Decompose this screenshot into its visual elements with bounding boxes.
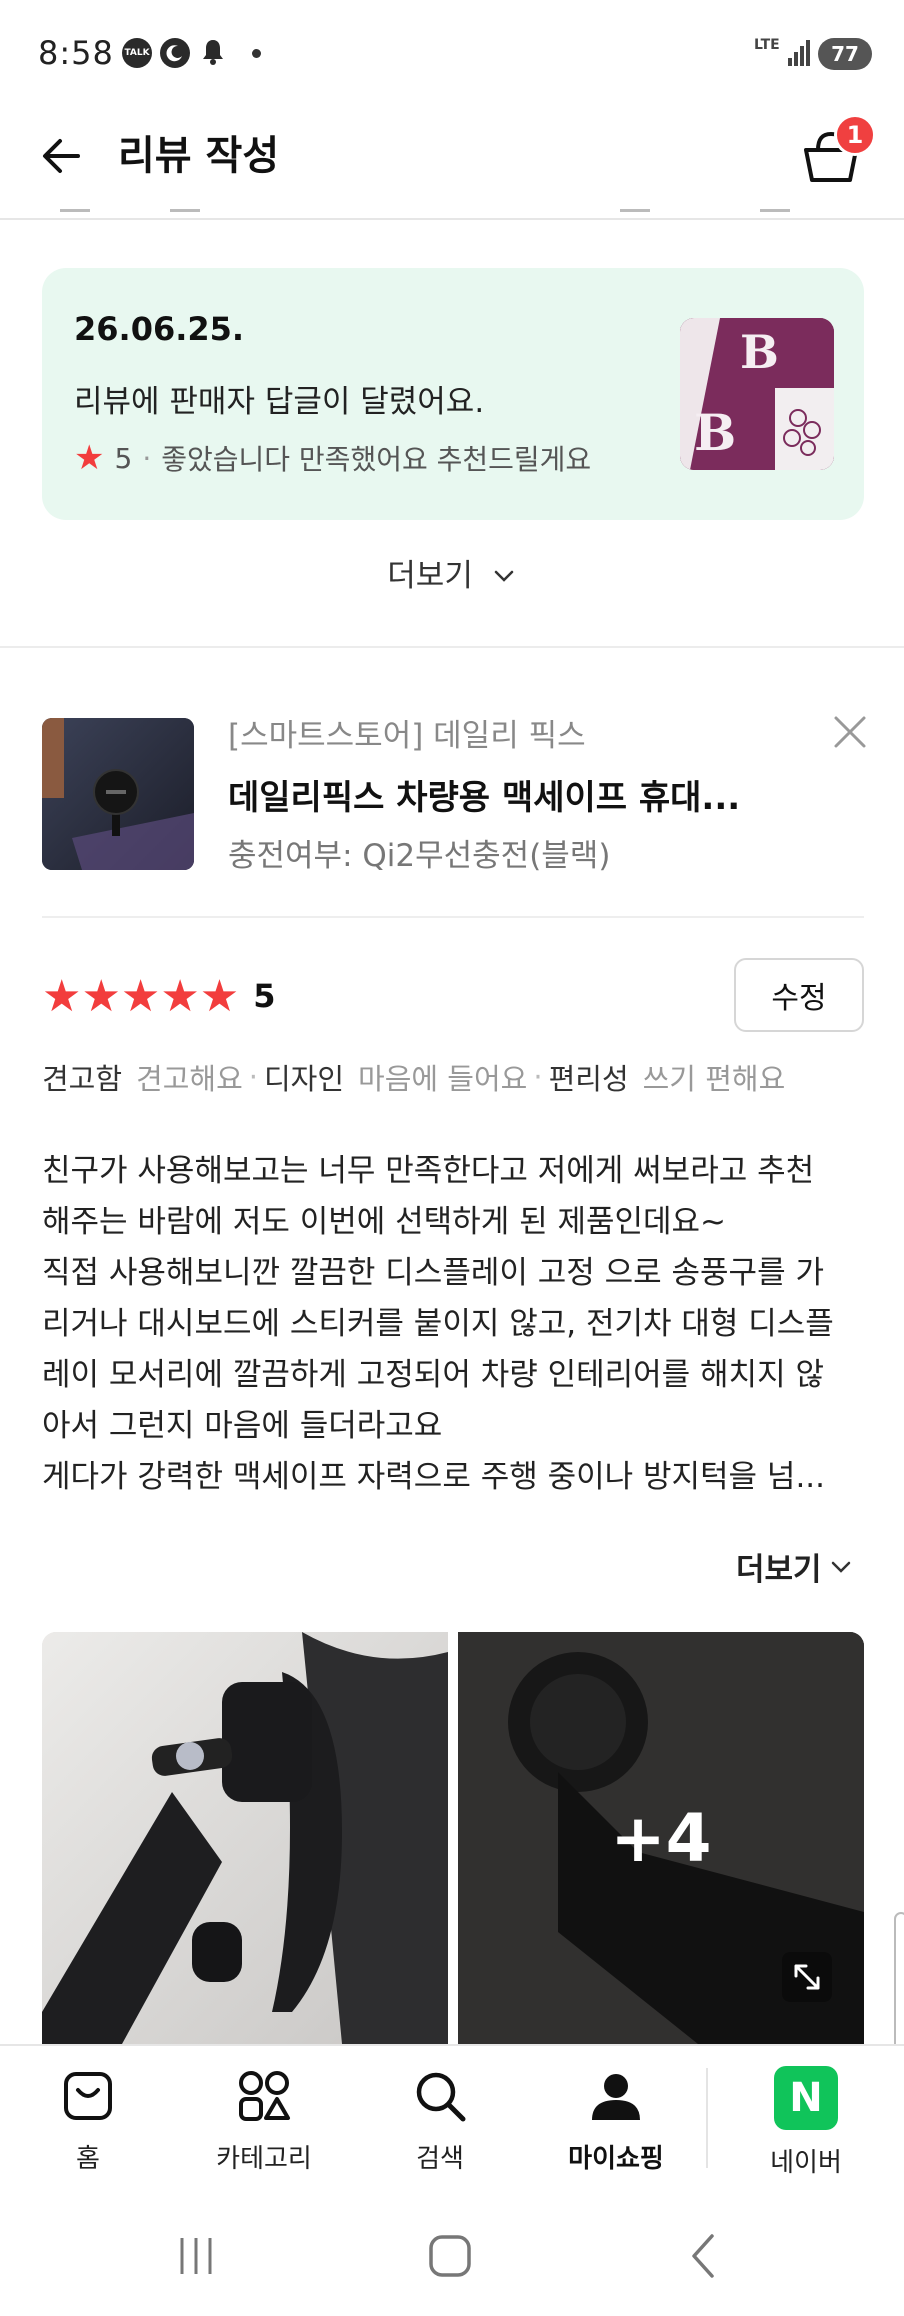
product-thumbnail[interactable] [42,718,194,870]
more-reviews-button[interactable]: 더보기 [0,550,904,595]
attribute-value: 쓰기 편해요 [642,1062,786,1096]
review-body: 친구가 사용해보고는 너무 만족한다고 저에게 써보라고 추천 해주는 바람에 … [42,1146,872,1503]
home-button[interactable] [420,2226,480,2286]
kakaotalk-badge-text: TALK [124,48,150,58]
product-divider [42,916,864,918]
review-score: 5 [253,977,276,1015]
cart-count-badge: 1 [834,114,876,156]
nav-divider [706,2068,708,2168]
recent-apps-icon [180,2238,212,2274]
reply-message: 리뷰에 판매자 답글이 달렸어요. [74,384,485,420]
attribute-value: 마음에 들어요 [358,1062,528,1096]
review-line: 아서 그런지 마음에 들더라고요 [42,1408,443,1444]
status-bar: 8:58 TALK LTE 77 [0,0,904,108]
nav-label: 카테고리 [216,2144,312,2174]
network-type: LTE [754,37,780,53]
system-back-button[interactable] [674,2226,734,2286]
do-not-disturb-icon [160,38,190,68]
nav-label: 검색 [416,2144,464,2174]
review-rating-row: ★★★★★ 5 [42,966,276,1026]
svg-text:B: B [694,403,736,462]
review-line: 리거나 대시보드에 스티커를 붙이지 않고, 전기차 대형 디스플 [42,1306,834,1342]
nav-search[interactable]: 검색 [370,2066,510,2186]
close-button[interactable] [830,712,870,752]
review-line: 해주는 바람에 저도 이번에 선택하게 된 제품인데요~ [42,1204,727,1240]
seller-reply-card[interactable]: 26.06.25. 리뷰에 판매자 답글이 달렸어요. ★ 5 · 좋았습니다 … [42,268,864,520]
notification-bell-icon [203,40,223,65]
chevron-down-icon [494,570,513,582]
separator-dot: · [142,441,152,475]
nav-label: 네이버 [770,2148,842,2178]
recent-apps-button[interactable] [166,2226,226,2286]
reply-rating-score: 5 [114,441,133,475]
arrow-left-icon [43,139,80,173]
naver-icon: N [774,2066,838,2130]
nav-home[interactable]: 홈 [18,2066,158,2186]
scrolled-content-edge [0,206,904,218]
status-time: 8:58 [38,34,114,72]
chevron-down-icon [831,1561,850,1573]
reply-rating-row: ★ 5 · 좋았습니다 만족했어요 추천드릴게요 [74,438,591,478]
naver-letter: N [789,2075,823,2121]
reply-review-snippet: 좋았습니다 만족했어요 추천드릴게요 [161,443,592,476]
attribute-key: 편리성 [548,1062,629,1096]
expand-arrows-icon [794,1964,820,1990]
more-notifications-dot [252,49,261,58]
close-icon [834,716,866,748]
back-button[interactable] [32,126,92,186]
review-line: 게다가 강력한 맥세이프 자력으로 주행 중이나 방지턱을 넘... [42,1459,826,1495]
attribute-key: 디자인 [264,1062,345,1096]
expand-review-button[interactable]: 더보기 [736,1544,854,1589]
nav-label: 마이쇼핑 [568,2144,664,2174]
section-divider [0,646,904,648]
home-square-icon [429,2235,471,2277]
star-icon: ★ [74,438,105,478]
chevron-left-icon [692,2234,714,2278]
signal-icon [788,40,810,66]
attribute-value: 견고해요 [136,1062,243,1096]
attribute-key: 견고함 [42,1062,123,1096]
review-line: 직접 사용해보니깐 깔끔한 디스플레이 고정 으로 송풍구를 가 [42,1255,824,1291]
star-rating-icons: ★★★★★ [42,970,240,1022]
more-label: 더보기 [736,1552,822,1588]
product-option: 충전여부: Qi2무선충전(블랙) [228,838,611,874]
category-icon [239,2071,290,2121]
review-attributes: 견고함 견고해요 · 디자인 마음에 들어요 · 편리성 쓰기 편해요 [42,1056,785,1098]
nav-myshopping[interactable]: 마이쇼핑 [546,2066,686,2186]
nav-naver[interactable]: N 네이버 [736,2066,876,2186]
battery-indicator: 77 [818,38,872,70]
person-icon [592,2074,640,2120]
system-navigation [0,2196,904,2316]
bottom-navigation: 홈 카테고리 검색 마이쇼핑 N 네이버 [0,2044,904,2196]
svg-text:B: B [740,325,779,379]
separator-dot: · [248,1060,258,1094]
product-store: [스마트스토어] 데일리 픽스 [228,718,586,754]
review-photo[interactable] [42,1632,448,2044]
more-label: 더보기 [387,558,473,594]
nav-label: 홈 [76,2144,100,2174]
search-icon [416,2072,466,2122]
page-title: 리뷰 작성 [118,133,280,179]
product-name[interactable]: 데일리픽스 차량용 맥세이프 휴대... [228,770,788,819]
review-line: 친구가 사용해보고는 너무 만족한다고 저에게 써보라고 추천 [42,1153,815,1189]
app-header: 리뷰 작성 1 [0,108,904,220]
kakaotalk-icon: TALK [122,38,152,68]
nav-category[interactable]: 카테고리 [194,2066,334,2186]
review-line: 레이 모서리에 깔끔하게 고정되어 차량 인테리어를 해치지 않 [42,1357,824,1393]
reply-date: 26.06.25. [74,310,245,348]
separator-dot: · [533,1060,543,1094]
edit-review-button[interactable]: 수정 [734,958,864,1032]
expand-photos-button[interactable] [782,1952,832,2002]
reply-product-thumbnail: B B [680,318,834,470]
home-bag-icon [64,2072,112,2120]
